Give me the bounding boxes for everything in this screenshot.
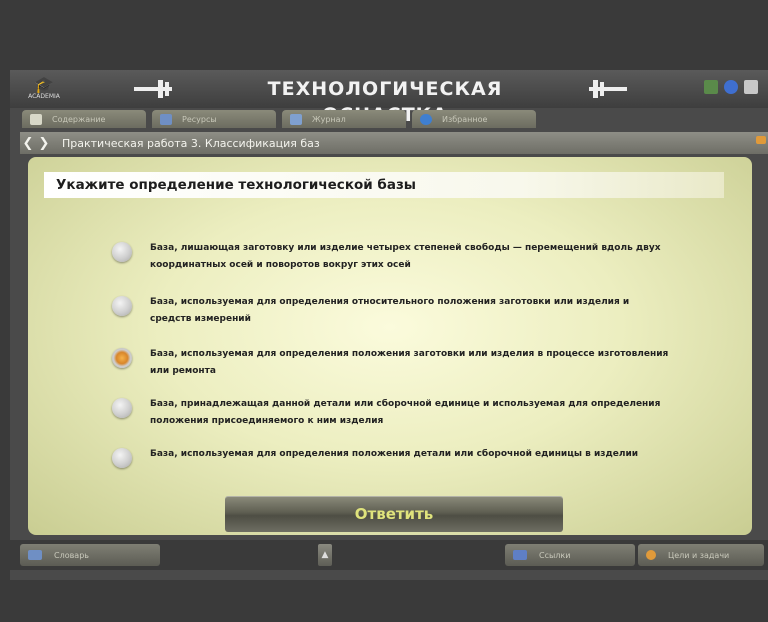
breadcrumb: ❮ ❯ Практическая работа 3. Классификация…	[20, 132, 768, 154]
tab-label: Содержание	[52, 114, 106, 124]
bottom-bar: Словарь ▲ Ссылки Цели и задачи	[10, 540, 768, 570]
radio-button[interactable]	[112, 398, 132, 418]
book-icon	[30, 113, 42, 125]
option-text: База, используемая для определения полож…	[150, 449, 639, 459]
tab-label: Журнал	[312, 114, 346, 124]
app-title: ТЕХНОЛОГИЧЕСКАЯ ОСНАСТКА	[267, 78, 503, 126]
radio-button[interactable]	[112, 448, 132, 468]
references-button[interactable]: Ссылки	[505, 544, 635, 566]
window-controls	[704, 80, 758, 94]
academia-logo: 🎓 ACADEMIA	[26, 77, 62, 101]
tab-resources[interactable]: Ресурсы	[152, 110, 276, 128]
logo-text: ACADEMIA	[28, 93, 60, 100]
references-icon	[513, 550, 527, 560]
radio-button[interactable]	[112, 296, 132, 316]
option-text: База, используемая для определения относ…	[150, 297, 630, 324]
answer-option-1[interactable]: База, лишающая заготовку или изделие чет…	[112, 240, 672, 274]
question-title: Укажите определение технологической базы	[44, 172, 724, 198]
goals-icon	[646, 550, 656, 560]
caliper-right-icon	[589, 80, 627, 98]
goals-label: Цели и задачи	[668, 550, 730, 560]
forward-arrow-icon[interactable]: ❯	[36, 136, 52, 151]
goals-button[interactable]: Цели и задачи	[638, 544, 764, 566]
tab-label: Ресурсы	[182, 114, 217, 124]
radio-button-selected[interactable]	[112, 348, 132, 368]
scroll-up-icon[interactable]: ▲	[318, 544, 332, 566]
resources-icon	[160, 113, 172, 125]
references-label: Ссылки	[539, 550, 571, 560]
answer-button[interactable]: Ответить	[225, 496, 563, 532]
option-text: База, лишающая заготовку или изделие чет…	[150, 243, 661, 270]
dictionary-label: Словарь	[54, 550, 90, 560]
answer-option-5[interactable]: База, используемая для определения полож…	[112, 446, 672, 468]
answer-option-4[interactable]: База, принадлежащая данной детали или сб…	[112, 396, 672, 430]
title-bar: 🎓 ACADEMIA ТЕХНОЛОГИЧЕСКАЯ ОСНАСТКА	[10, 70, 768, 126]
option-text: База, принадлежащая данной детали или сб…	[150, 399, 661, 426]
breadcrumb-text: Практическая работа 3. Классификация баз	[62, 136, 320, 150]
tab-contents[interactable]: Содержание	[22, 110, 146, 128]
tab-favorites[interactable]: Избранное	[412, 110, 536, 128]
journal-icon	[290, 113, 302, 125]
tab-label: Избранное	[442, 114, 488, 124]
globe-icon	[420, 113, 432, 125]
option-text: База, используемая для определения полож…	[150, 349, 669, 376]
back-arrow-icon[interactable]: ❮	[20, 136, 36, 151]
radio-button[interactable]	[112, 242, 132, 262]
fullscreen-icon[interactable]	[704, 80, 718, 94]
tab-journal[interactable]: Журнал	[282, 110, 406, 128]
exit-icon[interactable]	[744, 80, 758, 94]
corner-flag-icon[interactable]	[756, 136, 766, 144]
tab-bar: Содержание Ресурсы Журнал Избранное	[22, 110, 536, 128]
answer-option-2[interactable]: База, используемая для определения относ…	[112, 294, 672, 328]
help-icon[interactable]	[724, 80, 738, 94]
caliper-left-icon	[134, 80, 172, 98]
answer-option-3[interactable]: База, используемая для определения полож…	[112, 346, 672, 380]
dictionary-icon	[28, 550, 42, 560]
dictionary-button[interactable]: Словарь	[20, 544, 160, 566]
